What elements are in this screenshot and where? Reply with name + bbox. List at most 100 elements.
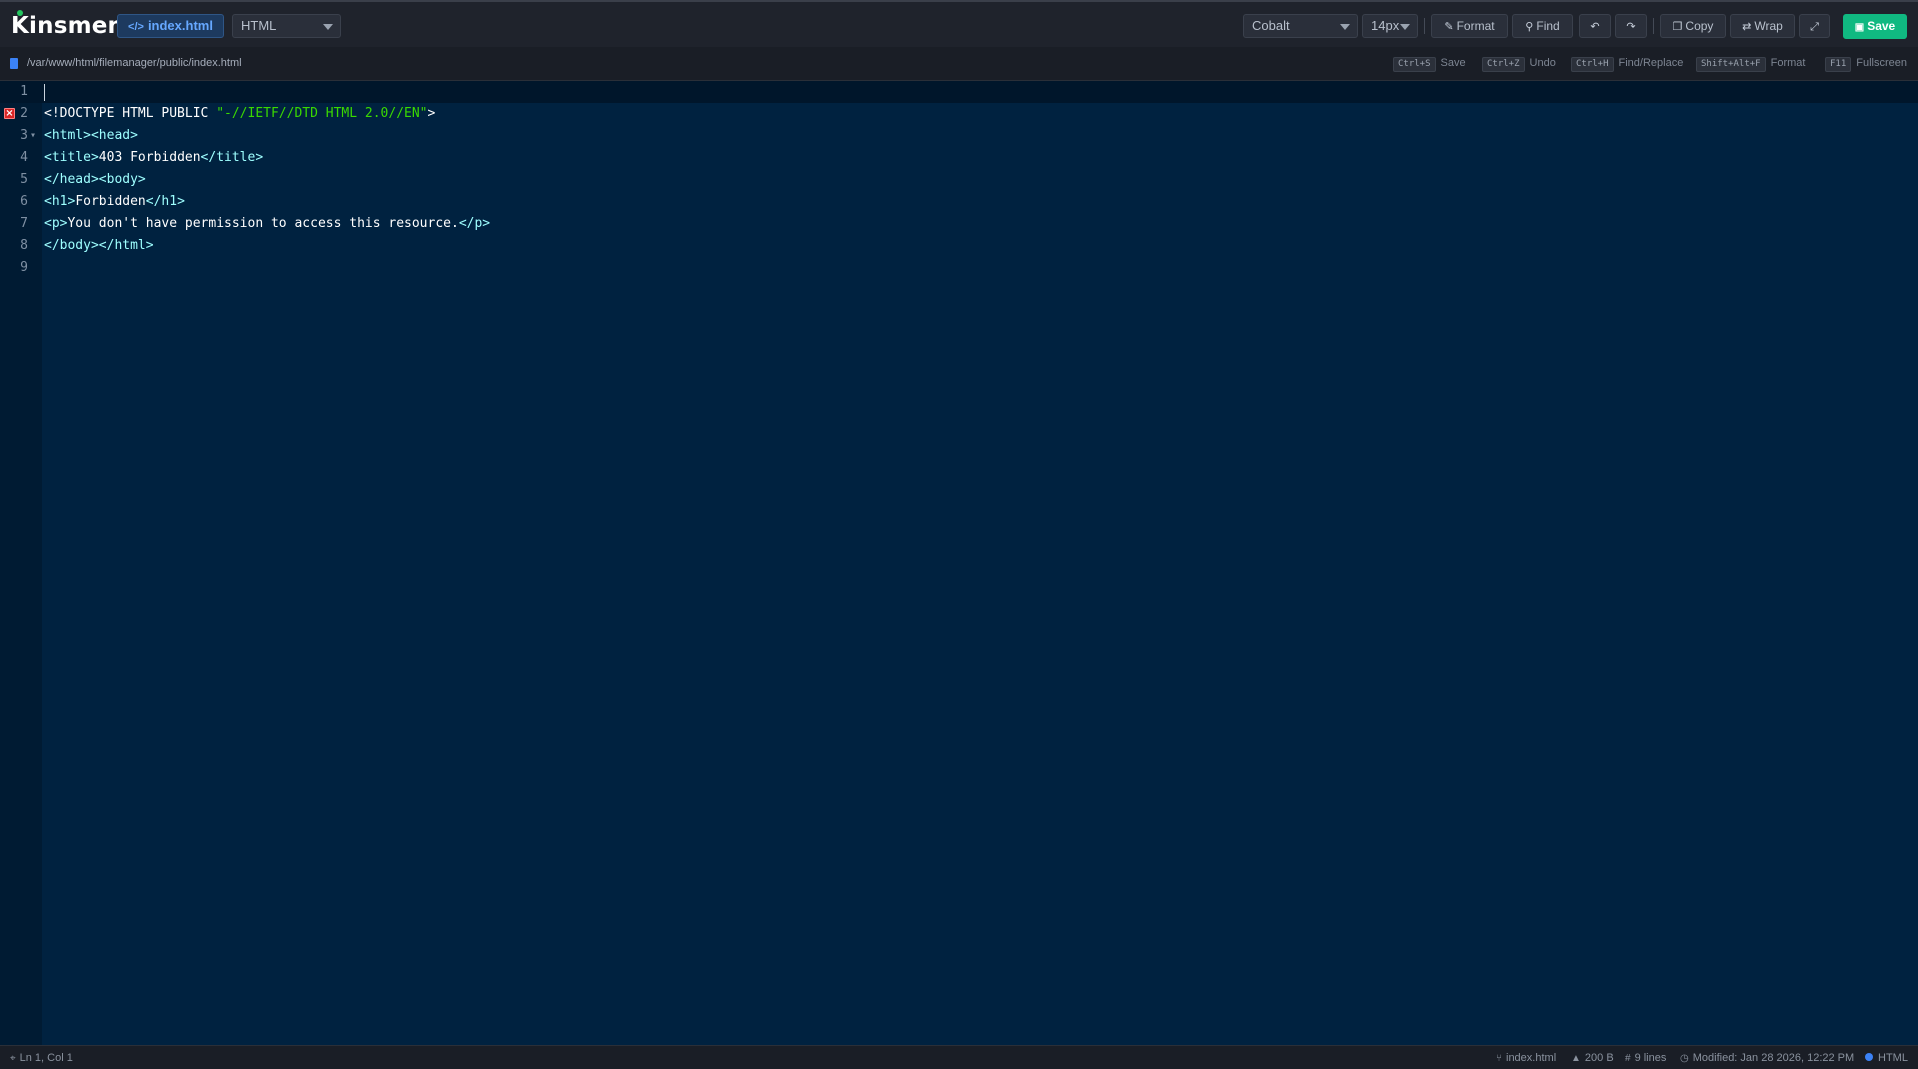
- shortcut-hint: Ctrl+Z Undo: [1482, 57, 1556, 72]
- format-button[interactable]: ✎ Format: [1431, 14, 1508, 38]
- kbd-key: Ctrl+S: [1393, 57, 1436, 72]
- code-editor[interactable]: 1 2 3 4 5 6 7 8 9 × ▾ <!DOCTYPE HTML PUB…: [0, 81, 1918, 1045]
- code-token: "-//IETF//DTD HTML 2.0//EN": [216, 106, 428, 121]
- find-button[interactable]: ⚲ Find: [1512, 14, 1573, 38]
- chevron-down-icon: [323, 24, 333, 30]
- line-number: 4: [20, 150, 28, 165]
- code-line: <p>You don't have permission to access t…: [44, 213, 490, 235]
- line-number: 1: [20, 84, 28, 99]
- line-number: 3: [20, 128, 28, 143]
- status-lines: #9 lines: [1625, 1052, 1666, 1064]
- save-icon: ▣: [1854, 22, 1865, 33]
- copy-button[interactable]: ❐ Copy: [1660, 14, 1726, 38]
- status-modified: ◷ Modified: Jan 28 2026, 12:22 PM: [1680, 1052, 1854, 1064]
- status-filename: ⑂ index.html: [1496, 1052, 1556, 1064]
- copy-button-label: Copy: [1685, 19, 1714, 33]
- undo-button[interactable]: ↶: [1579, 14, 1611, 38]
- file-tab-label: index.html: [147, 18, 213, 33]
- code-icon: </>: [128, 21, 144, 33]
- format-button-label: Format: [1456, 19, 1495, 33]
- code-token: </body></html>: [44, 238, 154, 253]
- toolbar-divider: [1653, 18, 1654, 34]
- shortcut-label: Undo: [1529, 57, 1556, 69]
- line-number: 5: [20, 172, 28, 187]
- chevron-down-icon: [1400, 24, 1410, 30]
- line-number: 6: [20, 194, 28, 209]
- wrap-button-label: Wrap: [1754, 19, 1783, 33]
- shortcut-hint: Ctrl+S Save: [1393, 57, 1466, 72]
- language-select[interactable]: HTML: [232, 14, 341, 38]
- theme-select-value: Cobalt: [1252, 18, 1290, 33]
- app-logo[interactable]: Kinsmen: [11, 10, 124, 41]
- search-icon: ⚲: [1525, 21, 1534, 33]
- line-number: 8: [20, 238, 28, 253]
- status-size-label: 200 B: [1584, 1052, 1614, 1064]
- wrap-icon: ⇄: [1742, 21, 1752, 33]
- code-token: 403 Forbidden: [98, 150, 201, 165]
- code-token: Forbidden: [75, 194, 146, 209]
- language-dot-icon: [1865, 1053, 1873, 1061]
- theme-select[interactable]: Cobalt: [1243, 14, 1358, 38]
- cursor-position-label: Ln 1, Col 1: [19, 1052, 73, 1064]
- code-token: >: [427, 106, 436, 121]
- expand-icon: ⤢: [1810, 21, 1819, 33]
- shortcut-hint: F11 Fullscreen: [1825, 57, 1907, 72]
- kbd-key: Ctrl+H: [1571, 57, 1614, 72]
- line-number: 9: [20, 260, 28, 275]
- copy-icon: ❐: [1672, 21, 1683, 33]
- cursor-position: ⌖ Ln 1, Col 1: [10, 1052, 73, 1064]
- status-language: HTML: [1865, 1052, 1908, 1064]
- error-marker[interactable]: ×: [0, 103, 20, 125]
- code-token: </p>: [458, 216, 491, 231]
- code-line: </body></html>: [44, 235, 154, 257]
- code-token: </head><body>: [44, 172, 146, 187]
- hash-icon: #: [1625, 1053, 1631, 1064]
- shortcut-label: Format: [1770, 57, 1806, 69]
- fullscreen-button[interactable]: ⤢: [1799, 14, 1830, 38]
- kbd-key: Shift+Alt+F: [1696, 57, 1766, 72]
- shortcut-hint: Shift+Alt+F Format: [1696, 57, 1805, 72]
- chevron-down-icon: [1340, 24, 1350, 30]
- kbd-key: F11: [1825, 57, 1852, 72]
- shortcut-label: Save: [1440, 57, 1466, 69]
- status-language-label: HTML: [1878, 1052, 1908, 1064]
- code-token: <!DOCTYPE HTML PUBLIC: [44, 106, 217, 121]
- line-number: 7: [20, 216, 28, 231]
- path-bar: /var/www/html/filemanager/public/index.h…: [0, 47, 1918, 81]
- wrap-button[interactable]: ⇄ Wrap: [1730, 14, 1795, 38]
- shortcut-label: Find/Replace: [1618, 57, 1684, 69]
- code-token: <h1>: [44, 194, 76, 209]
- redo-button[interactable]: ↷: [1615, 14, 1647, 38]
- fold-toggle-icon[interactable]: ▾: [30, 125, 36, 147]
- status-bar: ⌖ Ln 1, Col 1 ⑂ index.html ▲ 200 B #9 lines…: [0, 1045, 1918, 1069]
- font-size-select-value: 14px: [1371, 18, 1400, 33]
- redo-icon: ↷: [1626, 21, 1636, 33]
- crosshair-icon: ⌖: [10, 1053, 16, 1064]
- shortcut-hint: Ctrl+H Find/Replace: [1571, 57, 1683, 72]
- magic-wand-icon: ✎: [1444, 21, 1454, 33]
- file-tab[interactable]: </> index.html: [117, 14, 224, 38]
- code-line: </head><body>: [44, 169, 146, 191]
- file-path: /var/www/html/filemanager/public/index.h…: [27, 57, 242, 69]
- active-line-highlight: [0, 81, 1918, 103]
- file-icon: [10, 58, 18, 69]
- status-modified-label: Modified: Jan 28 2026, 12:22 PM: [1692, 1052, 1855, 1064]
- top-toolbar: Kinsmen </> index.html HTML Cobalt 14px ✎…: [0, 0, 1918, 47]
- shortcut-label: Fullscreen: [1856, 57, 1908, 69]
- save-button[interactable]: ▣ Save: [1843, 14, 1907, 39]
- code-token: </h1>: [145, 194, 185, 209]
- code-token: </title>: [200, 150, 264, 165]
- code-token: <title>: [44, 150, 99, 165]
- status-size: ▲ 200 B: [1571, 1052, 1614, 1064]
- branch-icon: ⑂: [1496, 1053, 1502, 1064]
- toolbar-divider: [1424, 18, 1425, 34]
- kbd-key: Ctrl+Z: [1482, 57, 1525, 72]
- save-button-label: Save: [1867, 19, 1896, 33]
- code-line: <title>403 Forbidden</title>: [44, 147, 263, 169]
- font-size-select[interactable]: 14px: [1362, 14, 1418, 38]
- language-select-value: HTML: [241, 18, 277, 33]
- code-line: <h1>Forbidden</h1>: [44, 191, 185, 213]
- code-token: You don't have permission to access this…: [67, 216, 459, 231]
- status-lines-label: 9 lines: [1634, 1052, 1667, 1064]
- code-line: <html><head>: [44, 125, 138, 147]
